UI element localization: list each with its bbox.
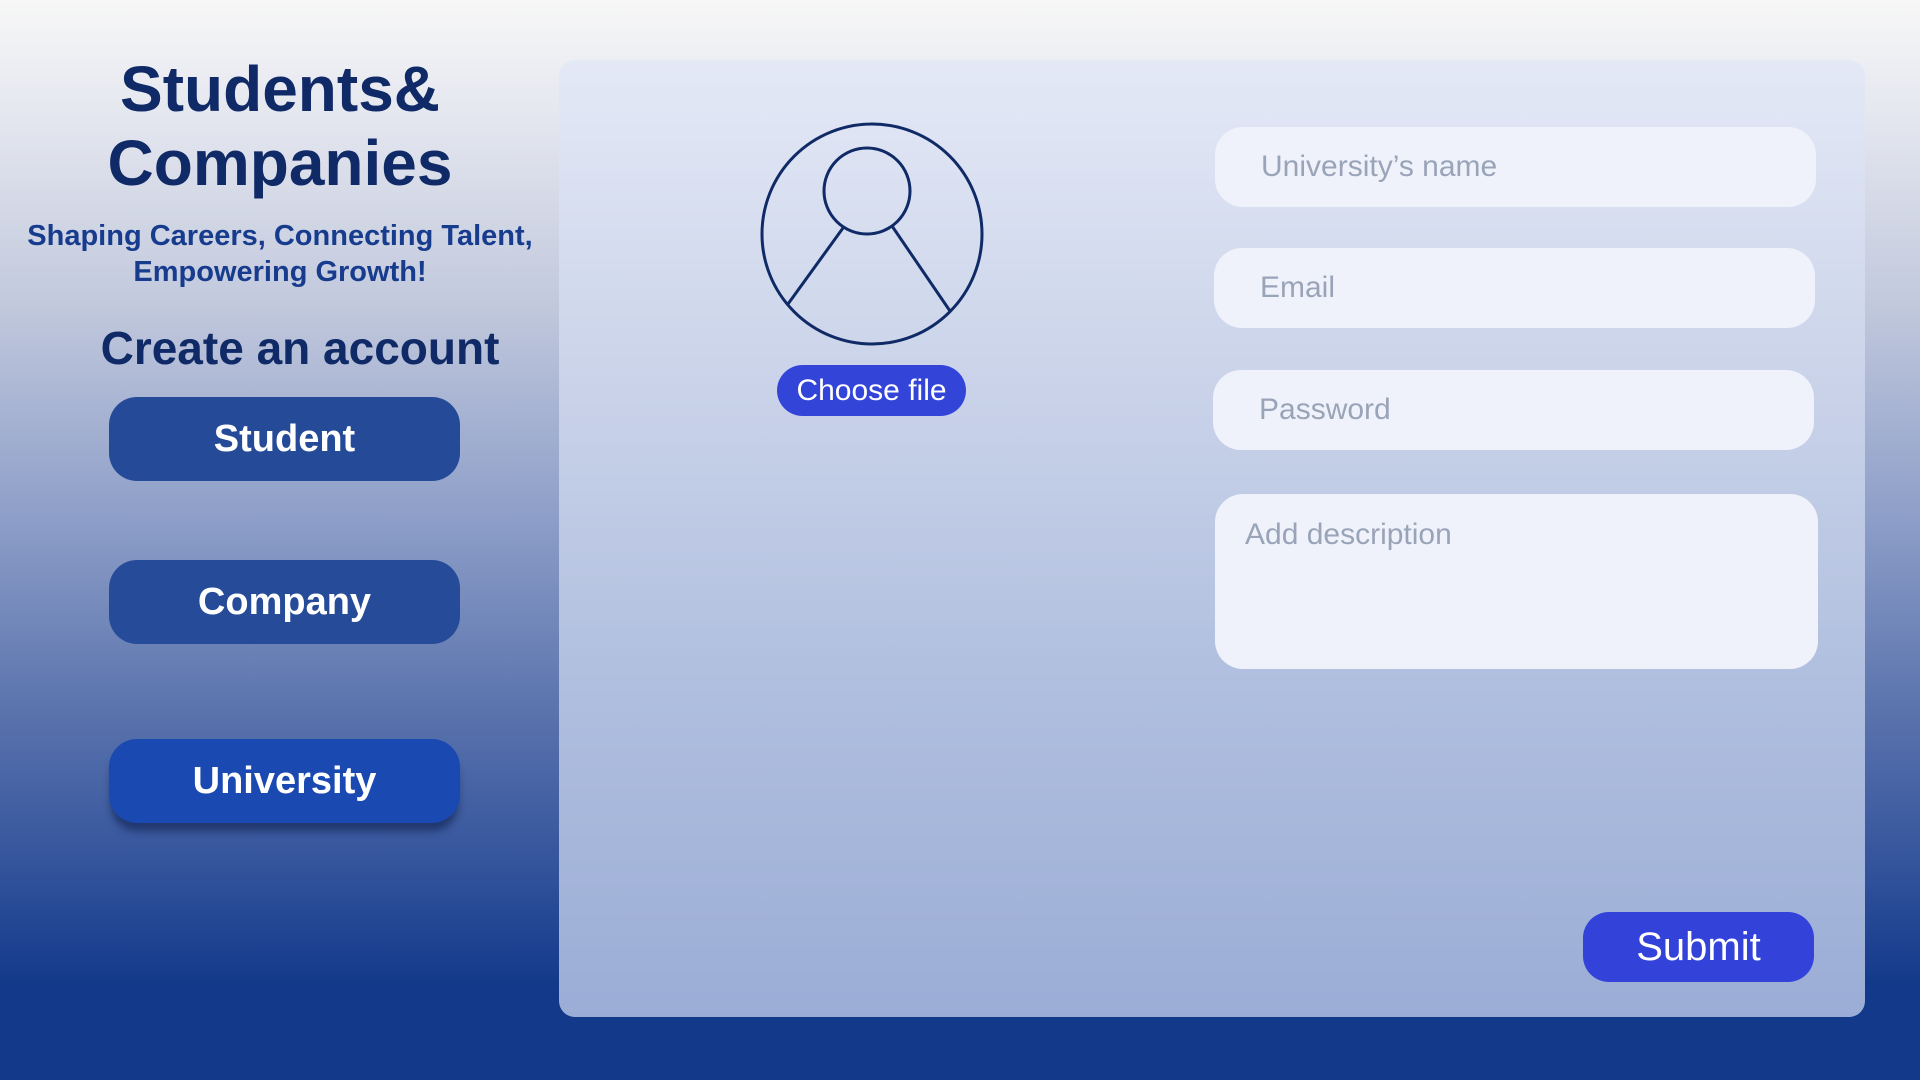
brand-title-line1: Students& bbox=[120, 53, 440, 125]
submit-button[interactable]: Submit bbox=[1583, 912, 1814, 982]
tagline: Shaping Careers, Connecting Talent, Empo… bbox=[0, 218, 560, 290]
tagline-line2: Empowering Growth! bbox=[133, 256, 427, 288]
university-role-button[interactable]: University bbox=[109, 739, 460, 823]
tagline-line1: Shaping Careers, Connecting Talent, bbox=[27, 220, 533, 252]
company-role-button[interactable]: Company bbox=[109, 560, 460, 644]
brand-title-line2: Companies bbox=[107, 127, 453, 199]
create-account-title: Create an account bbox=[100, 322, 500, 374]
choose-file-button[interactable]: Choose file bbox=[777, 365, 966, 416]
user-avatar-icon[interactable] bbox=[759, 121, 985, 347]
registration-form-panel: Choose file Submit bbox=[559, 60, 1865, 1017]
university-name-input[interactable] bbox=[1215, 127, 1816, 207]
student-role-button[interactable]: Student bbox=[109, 397, 460, 481]
description-textarea[interactable] bbox=[1215, 494, 1818, 669]
brand-title: Students& Companies bbox=[0, 52, 560, 200]
email-input[interactable] bbox=[1214, 248, 1815, 328]
password-input[interactable] bbox=[1213, 370, 1814, 450]
left-column: Students& Companies Shaping Careers, Con… bbox=[0, 0, 560, 1080]
